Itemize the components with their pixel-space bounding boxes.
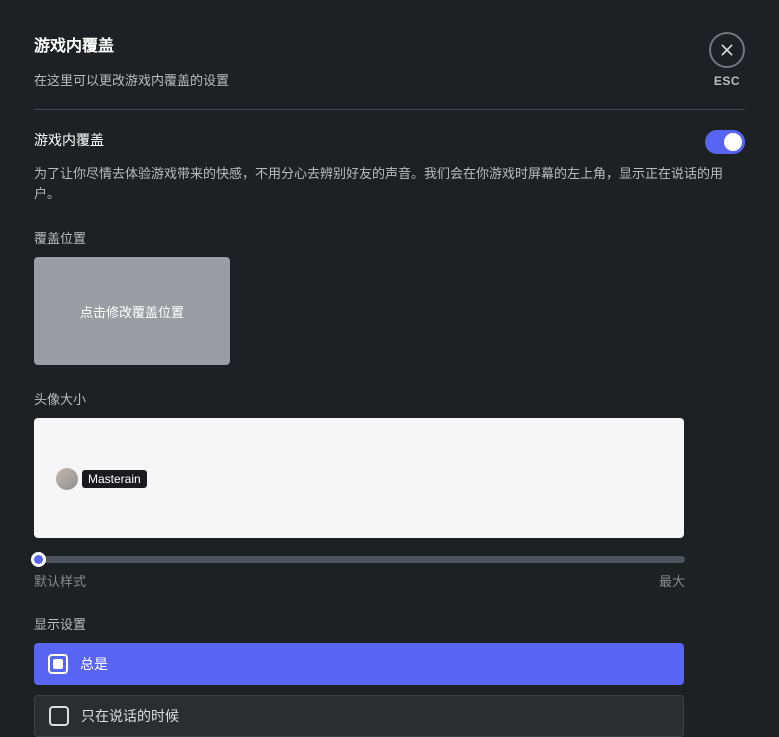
radio-indicator bbox=[48, 654, 68, 674]
position-button-text: 点击修改覆盖位置 bbox=[80, 302, 184, 321]
radio-option-speaking[interactable]: 只在说话的时候 bbox=[34, 695, 684, 737]
avatar-name: Masterain bbox=[82, 470, 147, 488]
avatar-size-slider[interactable] bbox=[34, 556, 685, 563]
display-radio-group: 总是 只在说话的时候 bbox=[34, 643, 745, 737]
toggle-knob bbox=[724, 133, 742, 151]
position-selector[interactable]: 点击修改覆盖位置 bbox=[34, 257, 230, 365]
overlay-toggle[interactable] bbox=[705, 130, 745, 154]
radio-option-always[interactable]: 总是 bbox=[34, 643, 684, 685]
radio-label: 只在说话的时候 bbox=[81, 706, 179, 726]
page-title: 游戏内覆盖 bbox=[34, 32, 709, 56]
close-button[interactable] bbox=[709, 32, 745, 68]
radio-label: 总是 bbox=[80, 654, 108, 674]
slider-max-label: 最大 bbox=[659, 571, 685, 590]
slider-track bbox=[34, 556, 685, 563]
page-subtitle: 在这里可以更改游戏内覆盖的设置 bbox=[34, 70, 709, 89]
overlay-description: 为了让你尽情去体验游戏带来的快感，不用分心去辨别好友的声音。我们会在你游戏时屏幕… bbox=[34, 164, 745, 204]
slider-min-label: 默认样式 bbox=[34, 571, 86, 590]
slider-thumb[interactable] bbox=[31, 552, 46, 567]
divider bbox=[34, 109, 745, 110]
avatar-sample: Masterain bbox=[56, 468, 147, 490]
radio-indicator bbox=[49, 706, 69, 726]
display-label: 显示设置 bbox=[34, 614, 745, 633]
avatar-size-label: 头像大小 bbox=[34, 389, 745, 408]
esc-label: ESC bbox=[714, 74, 740, 88]
avatar-icon bbox=[56, 468, 78, 490]
position-label: 覆盖位置 bbox=[34, 228, 745, 247]
avatar-preview-panel: Masterain bbox=[34, 418, 684, 538]
overlay-section-title: 游戏内覆盖 bbox=[34, 130, 104, 150]
close-icon bbox=[719, 42, 735, 58]
